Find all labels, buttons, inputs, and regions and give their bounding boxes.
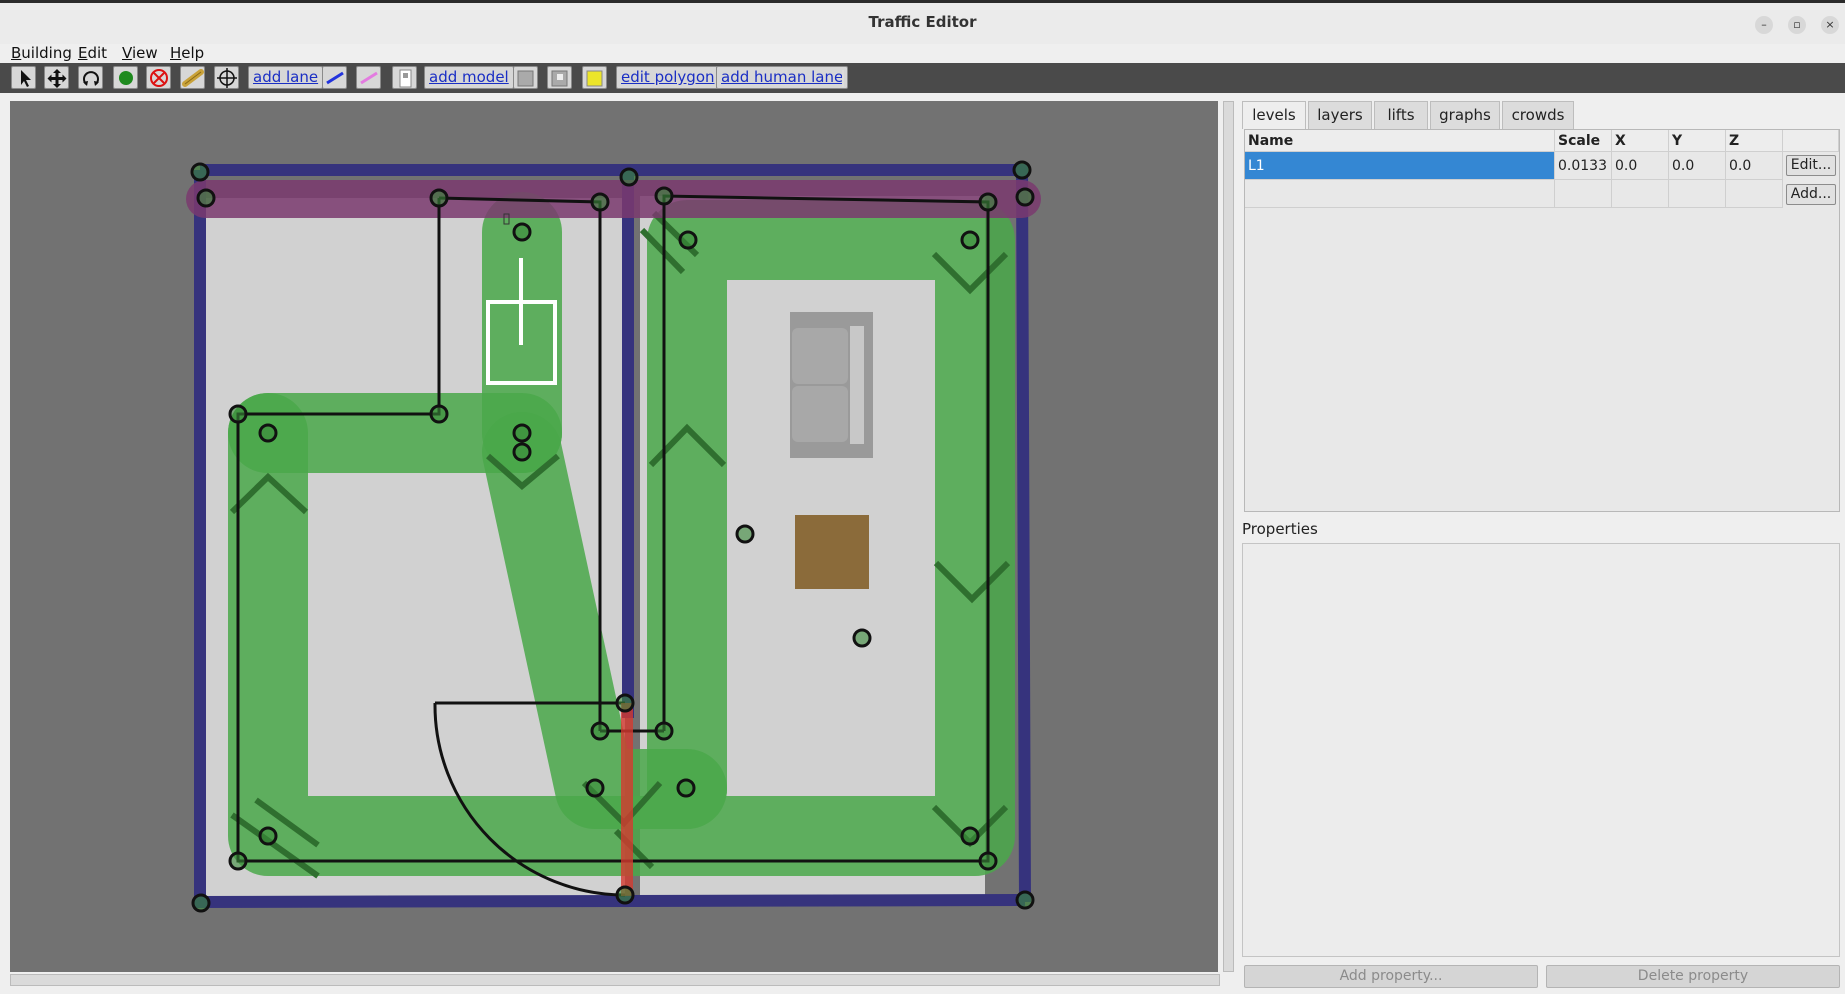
- level-name-cell[interactable]: L1: [1245, 152, 1555, 180]
- tab-crowds[interactable]: crowds: [1502, 101, 1574, 129]
- add-model-button[interactable]: add model: [424, 66, 514, 89]
- vertical-scrollbar[interactable]: [1223, 101, 1234, 972]
- add-vertex-icon[interactable]: [113, 66, 138, 89]
- empty-row-cell: [1726, 180, 1783, 208]
- menu-building[interactable]: Building: [11, 44, 72, 62]
- empty-row-cell: [1555, 180, 1612, 208]
- edit-polygon-button[interactable]: edit polygon: [616, 66, 720, 89]
- column-header-actions: [1783, 130, 1839, 152]
- add-floor-icon[interactable]: [356, 66, 381, 89]
- sofa-model[interactable]: [790, 312, 873, 458]
- delete-icon[interactable]: [146, 66, 171, 89]
- tab-levels[interactable]: levels: [1242, 101, 1306, 129]
- tab-lifts[interactable]: lifts: [1374, 101, 1428, 129]
- edit-level-button[interactable]: Edit...: [1786, 155, 1836, 176]
- level-y-cell[interactable]: 0.0: [1669, 152, 1726, 180]
- text-cursor: [842, 70, 844, 87]
- table-model[interactable]: [795, 515, 869, 589]
- column-header-name[interactable]: Name: [1245, 130, 1555, 152]
- add-door-icon[interactable]: [322, 66, 347, 89]
- menu-edit[interactable]: Edit: [78, 44, 107, 62]
- add-level-button[interactable]: Add...: [1786, 184, 1836, 205]
- add-measurement-icon[interactable]: [214, 66, 239, 89]
- level-scale-cell[interactable]: 0.0133: [1555, 152, 1612, 180]
- tab-layers[interactable]: layers: [1308, 101, 1372, 129]
- column-header-x[interactable]: X: [1612, 130, 1669, 152]
- map-canvas[interactable]: [10, 101, 1218, 972]
- properties-label: Properties: [1242, 520, 1318, 538]
- menu-help[interactable]: Help: [170, 44, 204, 62]
- empty-row-cell: [1245, 180, 1555, 208]
- maximize-icon[interactable]: ▫: [1788, 16, 1806, 34]
- add-zone-icon[interactable]: [513, 66, 538, 89]
- add-highlight-icon[interactable]: [582, 66, 607, 89]
- close-icon[interactable]: ×: [1821, 16, 1839, 34]
- move-icon[interactable]: [44, 66, 69, 89]
- add-property-button[interactable]: Add property...: [1244, 965, 1538, 988]
- levels-table: Name Scale X Y Z L1 0.0133 0.0 0.0 0.0 E…: [1244, 129, 1840, 512]
- add-wall-icon[interactable]: [180, 66, 205, 89]
- empty-row-cell: [1669, 180, 1726, 208]
- column-header-y[interactable]: Y: [1669, 130, 1726, 152]
- title-bar: Traffic Editor – ▫ ×: [0, 0, 1845, 44]
- rotate-icon[interactable]: [78, 66, 103, 89]
- properties-table[interactable]: [1242, 543, 1840, 957]
- toolbar: add lane add model edit polygon add huma…: [0, 63, 1845, 93]
- column-header-z[interactable]: Z: [1726, 130, 1783, 152]
- door[interactable]: [621, 703, 633, 896]
- boundary-band: [186, 180, 1041, 218]
- select-arrow-icon[interactable]: [11, 66, 36, 89]
- minimize-icon[interactable]: –: [1755, 16, 1773, 34]
- tab-graphs[interactable]: graphs: [1430, 101, 1500, 129]
- add-lane-button[interactable]: add lane: [248, 66, 324, 89]
- level-z-cell[interactable]: 0.0: [1726, 152, 1783, 180]
- window-title: Traffic Editor: [868, 13, 977, 31]
- delete-property-button[interactable]: Delete property: [1546, 965, 1840, 988]
- add-lift-icon[interactable]: [547, 66, 572, 89]
- menu-bar: Building Edit View Help: [0, 44, 1845, 63]
- menu-view[interactable]: View: [122, 44, 158, 62]
- add-human-lane-button[interactable]: add human lane: [716, 66, 849, 89]
- empty-row-cell: [1612, 180, 1669, 208]
- column-header-scale[interactable]: Scale: [1555, 130, 1612, 152]
- add-hole-icon[interactable]: [392, 66, 417, 89]
- horizontal-scrollbar[interactable]: [10, 974, 1220, 986]
- level-x-cell[interactable]: 0.0: [1612, 152, 1669, 180]
